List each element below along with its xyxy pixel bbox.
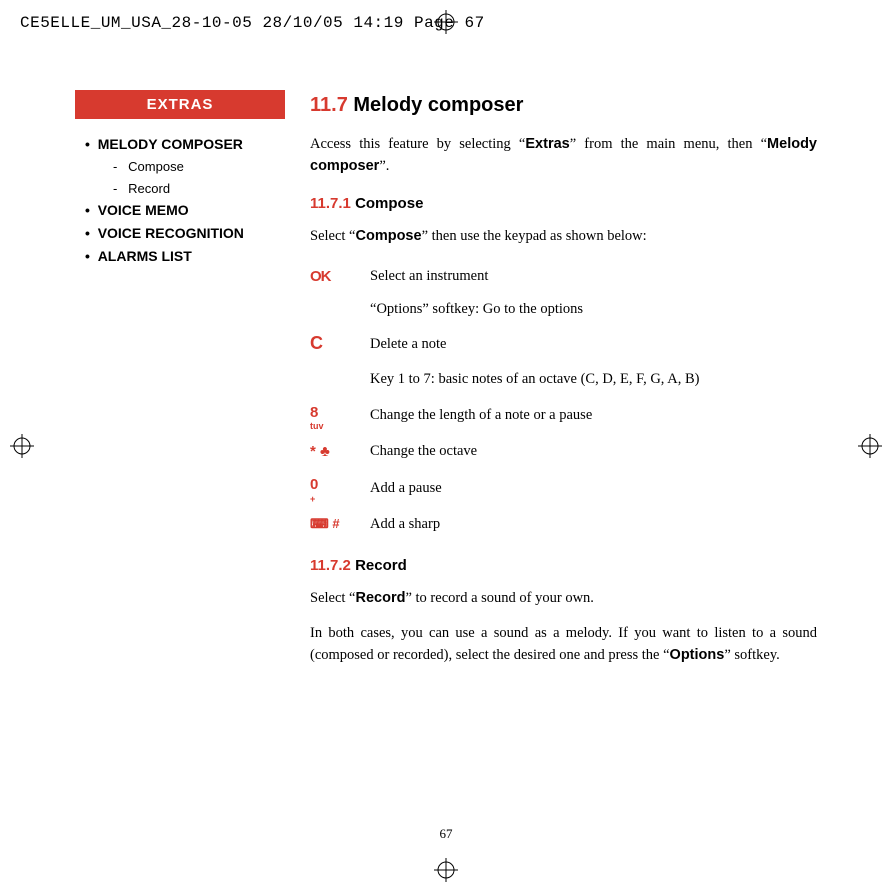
options-key-icon [310, 293, 370, 325]
record-note: In both cases, you can use a sound as a … [310, 622, 817, 667]
sidebar-item-alarms-list: • ALARMS LIST [85, 245, 285, 268]
key-row-c: C Delete a note [310, 325, 699, 363]
sidebar: EXTRAS • MELODY COMPOSER Compose Record … [75, 90, 285, 268]
notes-key-desc: Key 1 to 7: basic notes of an octave (C,… [370, 363, 699, 395]
sidebar-list: • MELODY COMPOSER Compose Record • VOICE… [75, 133, 285, 268]
eight-key-icon: 8tuv [310, 396, 370, 435]
subsection-compose-heading: 11.7.1 Compose [310, 192, 817, 215]
key-row-8: 8tuv Change the length of a note or a pa… [310, 396, 699, 435]
registration-mark-right [858, 434, 882, 458]
options-key-desc: “Options” softkey: Go to the options [370, 293, 699, 325]
section-intro: Access this feature by selecting “Extras… [310, 133, 817, 178]
star-key-desc: Change the octave [370, 435, 699, 468]
page-body: EXTRAS • MELODY COMPOSER Compose Record … [75, 90, 817, 842]
registration-mark-top [434, 10, 458, 34]
c-key-icon: C [310, 325, 370, 363]
sidebar-subitem-record: Record [85, 178, 285, 199]
star-key-icon: * ♣ [310, 435, 370, 468]
sidebar-item-melody-composer: • MELODY COMPOSER [85, 133, 285, 156]
key-row-notes: Key 1 to 7: basic notes of an octave (C,… [310, 363, 699, 395]
notes-key-icon [310, 363, 370, 395]
keypad-table: OK Select an instrument “Options” softke… [310, 260, 699, 540]
eight-key-desc: Change the length of a note or a pause [370, 396, 699, 435]
zero-key-icon: 0+ [310, 468, 370, 507]
subsection-record-heading: 11.7.2 Record [310, 554, 817, 577]
c-key-desc: Delete a note [370, 325, 699, 363]
sidebar-title: EXTRAS [75, 90, 285, 119]
key-row-options: “Options” softkey: Go to the options [310, 293, 699, 325]
key-row-star: * ♣ Change the octave [310, 435, 699, 468]
ok-key-icon: OK [310, 260, 370, 293]
sidebar-subitem-compose: Compose [85, 156, 285, 177]
compose-lead: Select “Compose” then use the keypad as … [310, 225, 817, 247]
main-content: 11.7 Melody composer Access this feature… [310, 90, 817, 667]
zero-key-desc: Add a pause [370, 468, 699, 507]
key-row-0: 0+ Add a pause [310, 468, 699, 507]
key-row-hash: ⌨ # Add a sharp [310, 508, 699, 540]
registration-mark-left [10, 434, 34, 458]
ok-key-desc: Select an instrument [370, 260, 699, 293]
record-lead: Select “Record” to record a sound of you… [310, 587, 817, 609]
registration-mark-bottom [434, 858, 458, 882]
section-heading: 11.7 Melody composer [310, 90, 817, 121]
sidebar-item-voice-recognition: • VOICE RECOGNITION [85, 222, 285, 245]
hash-key-desc: Add a sharp [370, 508, 699, 540]
print-header: CE5ELLE_UM_USA_28-10-05 28/10/05 14:19 P… [20, 14, 485, 32]
hash-key-icon: ⌨ # [310, 508, 370, 540]
page-number: 67 [75, 826, 817, 842]
sidebar-item-voice-memo: • VOICE MEMO [85, 199, 285, 222]
key-row-ok: OK Select an instrument [310, 260, 699, 293]
